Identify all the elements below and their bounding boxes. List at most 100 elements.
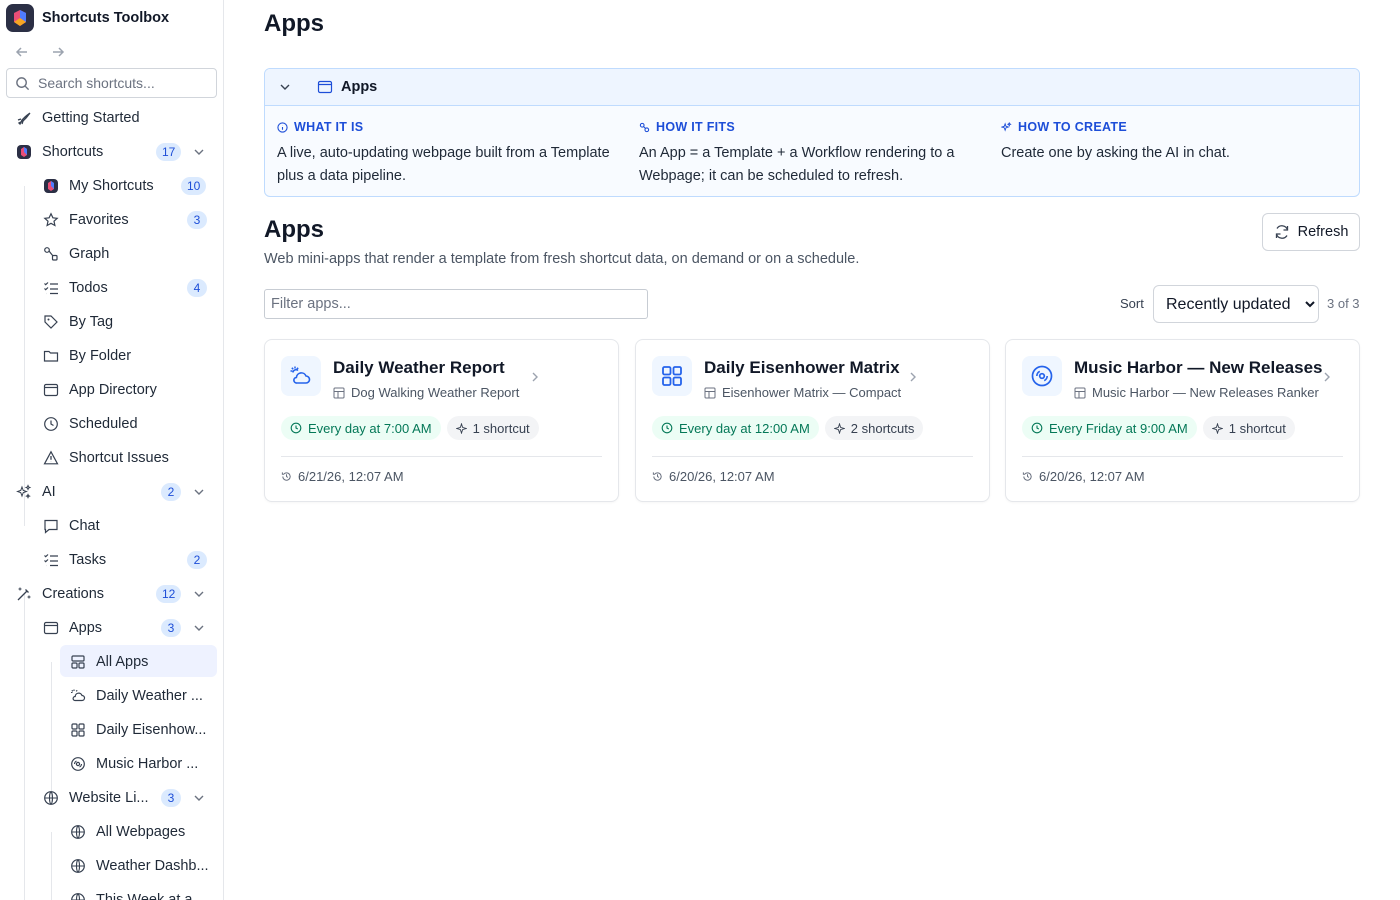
card-chips: Every day at 7:00 AM 1 shortcut xyxy=(281,416,539,440)
app-card[interactable]: Music Harbor — New Releases Music Harbor… xyxy=(1005,339,1360,502)
template-icon xyxy=(1074,387,1086,399)
sidebar-item-label: AI xyxy=(42,484,56,500)
star-icon xyxy=(42,211,60,229)
sidebar-item-label: Creations xyxy=(42,586,105,602)
sidebar-item-chat[interactable]: Chat xyxy=(0,509,223,543)
info-heading: HOW TO CREATE xyxy=(1018,120,1127,134)
warning-icon xyxy=(42,449,60,467)
card-template: Eisenhower Matrix — Compact xyxy=(704,385,901,400)
chevron-down-icon[interactable] xyxy=(279,81,293,93)
brand[interactable]: Shortcuts Toolbox xyxy=(6,4,169,32)
schedule-text: Every day at 12:00 AM xyxy=(679,420,810,436)
sidebar-item-all-apps[interactable]: All Apps xyxy=(0,645,223,679)
sidebar-item-shortcut-issues[interactable]: Shortcut Issues xyxy=(0,441,223,475)
shortcuts-logo-icon xyxy=(15,143,33,161)
search-icon xyxy=(15,76,30,91)
sidebar-item-weather-dashboard[interactable]: Weather Dashb... xyxy=(0,849,223,883)
chevron-down-icon[interactable] xyxy=(190,585,208,603)
template-icon xyxy=(333,387,345,399)
sidebar-item-label: Getting Started xyxy=(42,110,140,126)
info-circle-icon xyxy=(277,121,288,133)
sidebar-item-this-week[interactable]: This Week at a... xyxy=(0,883,223,900)
disc-icon xyxy=(69,755,87,773)
sort-select[interactable]: Recently updated xyxy=(1153,285,1319,323)
card-template-name: Eisenhower Matrix — Compact xyxy=(722,385,902,400)
count-badge: 3 xyxy=(187,211,207,229)
card-title[interactable]: Daily Eisenhower Matrix xyxy=(704,358,900,378)
sidebar-item-label: All Apps xyxy=(96,654,149,670)
chevron-right-icon[interactable] xyxy=(529,370,541,384)
schedule-text: Every day at 7:00 AM xyxy=(308,420,432,436)
schedule-badge: Every Friday at 9:00 AM xyxy=(1022,416,1197,440)
card-title[interactable]: Music Harbor — New Releases xyxy=(1074,358,1322,378)
info-how-to-create: HOW TO CREATE Create one by asking the A… xyxy=(1001,120,1351,165)
chevron-down-icon[interactable] xyxy=(190,789,208,807)
shortcuts-count-text: 2 shortcuts xyxy=(850,420,915,436)
layout-icon xyxy=(69,653,87,671)
sidebar-item-shortcuts[interactable]: Shortcuts 17 xyxy=(0,135,223,169)
sidebar-item-todos[interactable]: Todos 4 xyxy=(0,271,223,305)
updated-time: 6/20/26, 12:07 AM xyxy=(669,469,775,484)
back-arrow-icon[interactable] xyxy=(12,42,32,62)
sidebar-item-label: Weather Dashb... xyxy=(96,858,209,874)
sidebar-item-app-directory[interactable]: App Directory xyxy=(0,373,223,407)
grid-icon xyxy=(69,721,87,739)
app-title: Shortcuts Toolbox xyxy=(42,10,170,26)
card-divider xyxy=(281,456,602,457)
sidebar-item-apps[interactable]: Apps 3 xyxy=(0,611,223,645)
forward-arrow-icon[interactable] xyxy=(48,42,68,62)
filter-apps-input[interactable] xyxy=(264,289,648,319)
sidebar-item-tasks[interactable]: Tasks 2 xyxy=(0,543,223,577)
globe-icon xyxy=(42,789,60,807)
sidebar-item-label: Daily Weather ... xyxy=(96,688,203,704)
sidebar-item-label: My Shortcuts xyxy=(69,178,154,194)
sidebar-item-app-eisenhower[interactable]: Daily Eisenhow... xyxy=(0,713,223,747)
sidebar-item-favorites[interactable]: Favorites 3 xyxy=(0,203,223,237)
window-icon xyxy=(42,381,60,399)
schedule-badge: Every day at 12:00 AM xyxy=(652,416,819,440)
sidebar-item-getting-started[interactable]: Getting Started xyxy=(0,101,223,135)
refresh-button[interactable]: Refresh xyxy=(1262,213,1360,251)
updated-time: 6/20/26, 12:07 AM xyxy=(1039,469,1145,484)
app-card[interactable]: Daily Eisenhower Matrix Eisenhower Matri… xyxy=(635,339,990,502)
cloud-sun-icon xyxy=(281,356,321,396)
chevron-down-icon[interactable] xyxy=(190,619,208,637)
sidebar-item-graph[interactable]: Graph xyxy=(0,237,223,271)
info-body: A live, auto-updating webpage built from… xyxy=(277,145,610,184)
result-count: 3 of 3 xyxy=(1327,296,1360,311)
info-panel-header[interactable]: Apps xyxy=(265,69,1359,106)
app-card[interactable]: Daily Weather Report Dog Walking Weather… xyxy=(264,339,619,502)
count-badge: 12 xyxy=(156,585,182,603)
sidebar-item-by-folder[interactable]: By Folder xyxy=(0,339,223,373)
sidebar-item-all-webpages[interactable]: All Webpages xyxy=(0,815,223,849)
info-what-it-is: WHAT IT IS A live, auto-updating webpage… xyxy=(277,120,627,188)
chevron-right-icon[interactable] xyxy=(1321,370,1333,384)
clock-icon xyxy=(42,415,60,433)
search-input[interactable] xyxy=(38,75,208,91)
sidebar-item-label: Shortcuts xyxy=(42,144,104,160)
card-title[interactable]: Daily Weather Report xyxy=(333,358,505,378)
sidebar-item-website-links[interactable]: Website Li... 3 xyxy=(0,781,223,815)
history-nav xyxy=(12,42,68,62)
sidebar-item-ai[interactable]: AI 2 xyxy=(0,475,223,509)
shortcuts-logo-icon xyxy=(42,177,60,195)
sidebar-item-app-music[interactable]: Music Harbor ... xyxy=(0,747,223,781)
sidebar-item-label: By Folder xyxy=(69,348,132,364)
info-panel-title: Apps xyxy=(341,79,378,95)
sidebar-item-app-weather[interactable]: Daily Weather ... xyxy=(0,679,223,713)
sidebar-item-label: Shortcut Issues xyxy=(69,450,169,466)
card-template-name: Music Harbor — New Releases Ranker xyxy=(1092,385,1319,400)
folder-icon xyxy=(42,347,60,365)
sidebar-item-by-tag[interactable]: By Tag xyxy=(0,305,223,339)
sidebar-nav: Getting Started Shortcuts 17 My Shortcut… xyxy=(0,101,223,900)
card-updated: 6/21/26, 12:07 AM xyxy=(281,469,404,484)
chevron-down-icon[interactable] xyxy=(190,143,208,161)
chevron-down-icon[interactable] xyxy=(190,483,208,501)
chevron-right-icon[interactable] xyxy=(907,370,919,384)
page-title: Apps xyxy=(264,10,324,37)
schedule-text: Every Friday at 9:00 AM xyxy=(1049,420,1188,436)
sidebar-item-scheduled[interactable]: Scheduled xyxy=(0,407,223,441)
sidebar-item-my-shortcuts[interactable]: My Shortcuts 10 xyxy=(0,169,223,203)
sidebar-item-creations[interactable]: Creations 12 xyxy=(0,577,223,611)
card-updated: 6/20/26, 12:07 AM xyxy=(652,469,775,484)
